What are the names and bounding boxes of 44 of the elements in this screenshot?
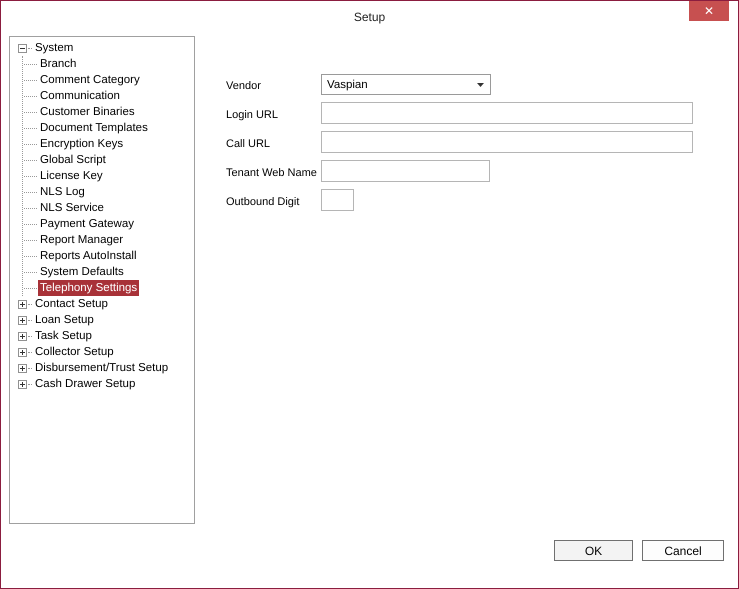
field-label: Outbound Digit (226, 196, 300, 208)
collapse-icon[interactable] (18, 44, 27, 52)
tree-item[interactable]: System Defaults (38, 264, 126, 280)
input-field[interactable] (321, 160, 490, 182)
vendor-dropdown[interactable]: Vaspian (321, 74, 491, 95)
input-field[interactable] (321, 102, 693, 124)
tree-item[interactable]: Communication (38, 88, 122, 104)
tree-item[interactable]: Payment Gateway (38, 216, 136, 232)
window-title: Setup (354, 10, 386, 24)
tree-item[interactable]: System (33, 40, 76, 56)
tree-item[interactable]: Loan Setup (33, 312, 96, 328)
input-field[interactable] (321, 131, 693, 153)
tree-item[interactable]: Encryption Keys (38, 136, 126, 152)
cancel-button[interactable]: Cancel (642, 540, 724, 561)
tree-item[interactable]: NLS Service (38, 200, 106, 216)
expand-icon[interactable] (18, 316, 27, 324)
tree-item[interactable]: Cash Drawer Setup (33, 376, 138, 392)
tree-item[interactable]: Report Manager (38, 232, 126, 248)
tree-item[interactable]: Comment Category (38, 72, 142, 88)
tree-item[interactable]: Branch (38, 56, 78, 72)
tree-item[interactable]: Disbursement/Trust Setup (33, 360, 170, 376)
expand-icon[interactable] (18, 332, 27, 340)
expand-icon[interactable] (18, 300, 27, 308)
field-label: Vendor (226, 80, 262, 92)
expand-icon[interactable] (18, 348, 27, 356)
field-label: Call URL (226, 138, 272, 150)
expand-icon[interactable] (18, 364, 27, 372)
tree-item[interactable]: Document Templates (38, 120, 150, 136)
input-field[interactable] (321, 189, 354, 211)
tree-item[interactable]: Telephony Settings (38, 280, 140, 296)
field-label: Tenant Web Name (226, 166, 318, 178)
expand-icon[interactable] (18, 380, 27, 388)
tree-item[interactable]: Customer Binaries (38, 104, 137, 120)
tree-item[interactable]: Reports AutoInstall (38, 248, 139, 264)
field-label: Login URL (226, 108, 279, 120)
tree-item[interactable]: Collector Setup (33, 344, 116, 360)
caret-icon (477, 82, 484, 86)
tree-item[interactable]: Global Script (38, 152, 108, 168)
tree-item[interactable]: NLS Log (38, 184, 87, 200)
tree-item[interactable]: Task Setup (33, 328, 94, 344)
tree-item[interactable]: Contact Setup (33, 296, 110, 312)
close-button[interactable]: ✕ (689, 1, 729, 21)
ok-button[interactable]: OK (554, 540, 633, 561)
tree-item[interactable]: License Key (38, 168, 105, 184)
